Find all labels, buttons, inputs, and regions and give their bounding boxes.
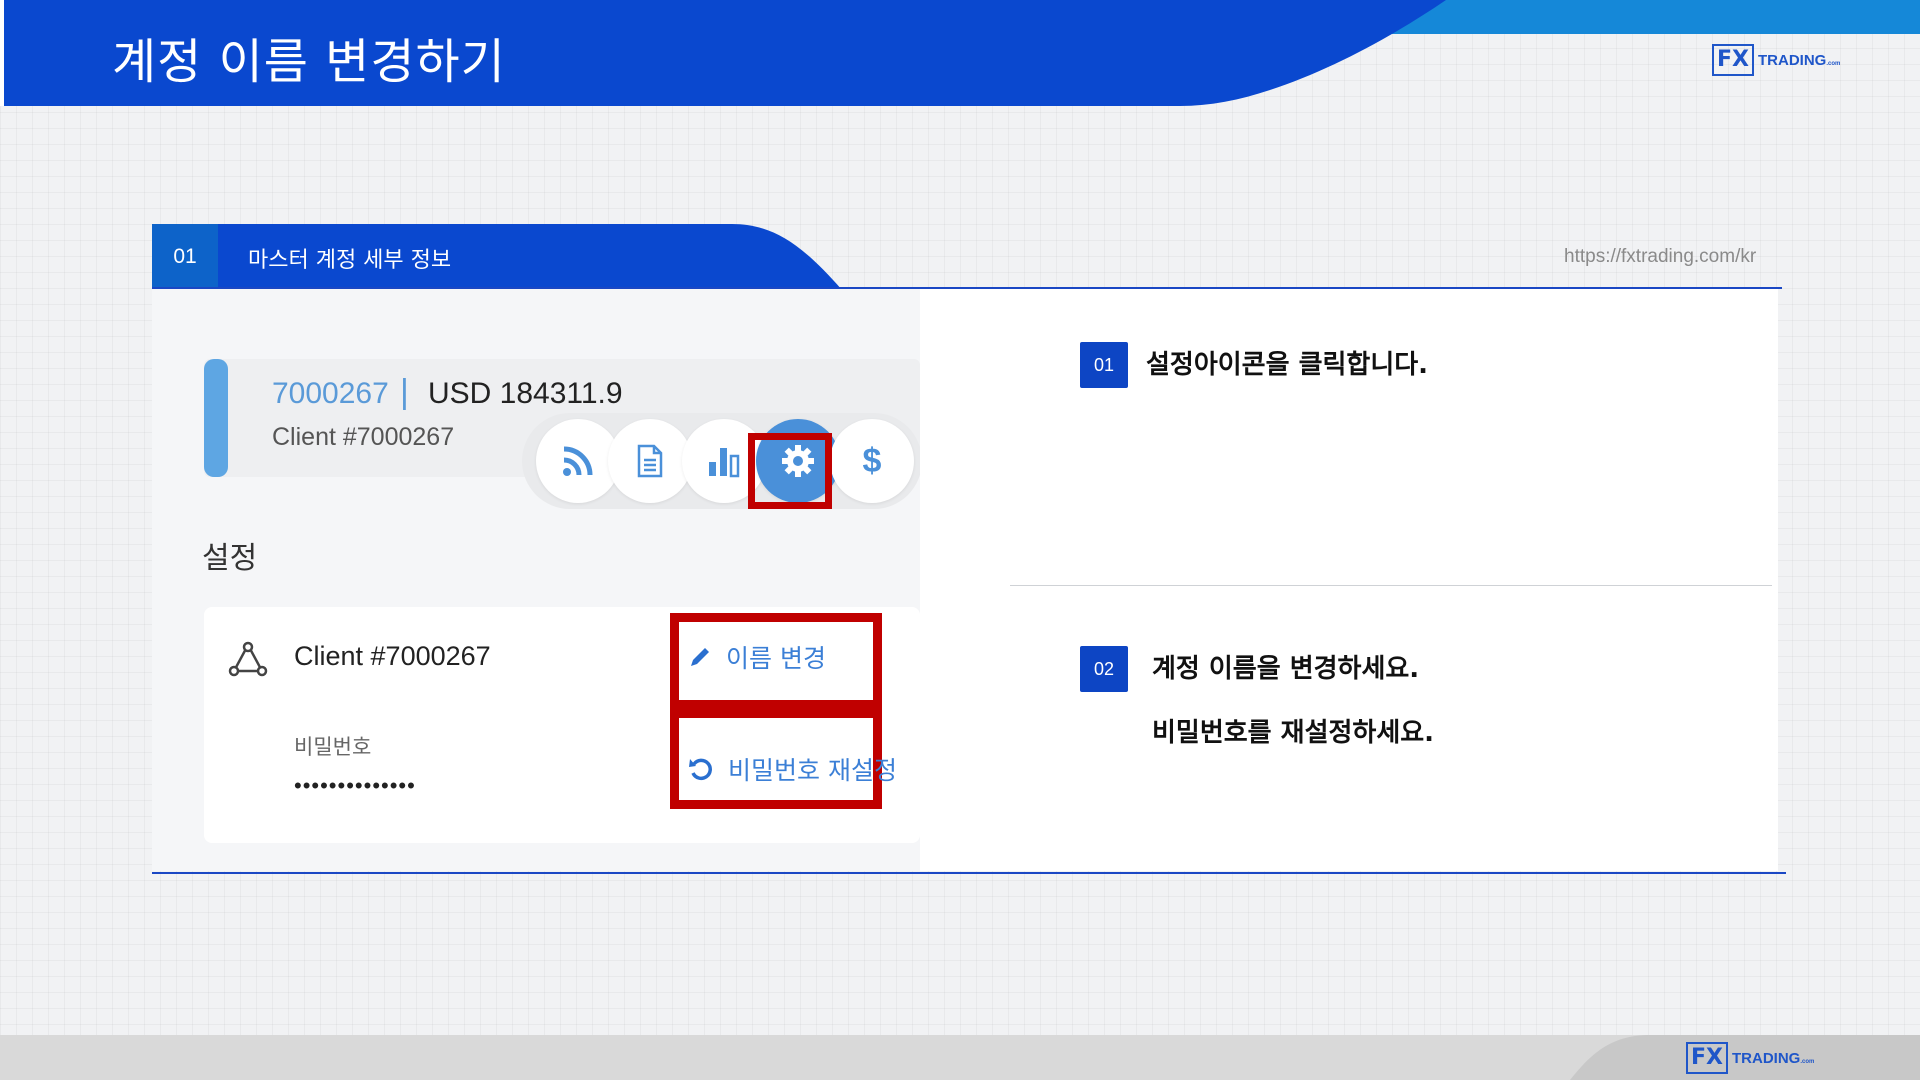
rename-button[interactable]: 이름 변경: [688, 639, 826, 675]
reset-password-button[interactable]: 비밀번호 재설정: [688, 751, 897, 787]
card-client-name: Client #7000267: [294, 641, 491, 671]
section-number-text: 01: [173, 245, 197, 268]
password-value: ••••••••••••••: [294, 773, 416, 798]
step-2-text-line-2: 비밀번호를 재설정하세요.: [1152, 718, 1435, 748]
password-label: 비밀번호: [294, 735, 372, 759]
section-url: https://fxtrading.com/kr: [1564, 246, 1757, 267]
step-2-text-line-1: 계정 이름을 변경하세요.: [1152, 654, 1420, 684]
screenshot-overlay: 설정 Client #7000267 비밀번호 •••••••••••••• 이…: [152, 289, 920, 871]
reset-password-label: 비밀번호 재설정: [728, 756, 897, 785]
logo-text: TRADING.com: [1758, 51, 1841, 69]
settings-heading: 설정: [202, 541, 258, 576]
logo-mark: FX: [1712, 44, 1754, 76]
step-1-badge: 01: [1080, 342, 1128, 388]
step-divider: [1010, 585, 1772, 586]
step-1-text: 설정아이콘을 클릭합니다.: [1146, 350, 1429, 380]
footer-logo-text: TRADING.com: [1732, 1049, 1815, 1067]
footer-logo-mark: FX: [1686, 1042, 1728, 1074]
page-title: 계정 이름 변경하기: [112, 34, 506, 90]
section-title: 마스터 계정 세부 정보: [248, 248, 452, 273]
content-bottom-divider: [152, 872, 1786, 874]
account-type-icon: [228, 641, 268, 677]
rename-label: 이름 변경: [726, 644, 826, 673]
reset-icon: [689, 758, 712, 781]
pencil-icon: [691, 648, 709, 666]
brand-logo[interactable]: FX TRADING.com: [1712, 44, 1840, 76]
step-2-badge: 02: [1080, 646, 1128, 692]
footer-logo[interactable]: FX TRADING.com: [1686, 1042, 1814, 1074]
section-number: 01: [152, 224, 218, 290]
